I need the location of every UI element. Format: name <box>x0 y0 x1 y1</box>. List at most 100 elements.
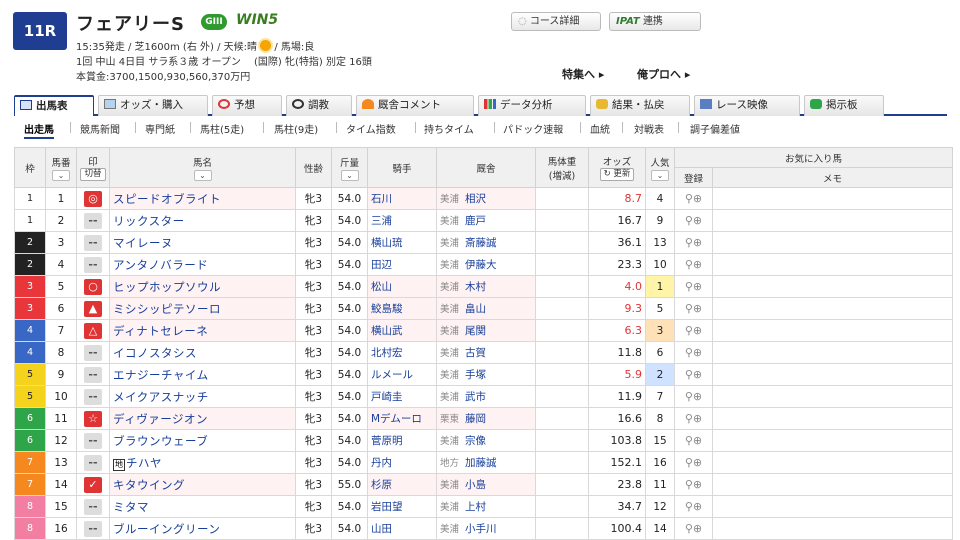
course-detail-button[interactable]: ◌ コース詳細 <box>511 12 601 31</box>
tab-board[interactable]: 掲示板 <box>804 95 884 116</box>
tab-data-analysis[interactable]: データ分析 <box>478 95 586 116</box>
prediction-mark[interactable]: -- <box>84 520 102 537</box>
jockey-link[interactable]: ルメール <box>371 369 413 381</box>
tab-odds[interactable]: オッズ・購入 <box>98 95 208 116</box>
subtab-paddock[interactable]: パドック速報 <box>503 121 563 136</box>
trainer-link[interactable]: 手塚 <box>465 369 486 381</box>
add-favorite-icon[interactable]: ⚲⊕ <box>685 258 702 271</box>
add-favorite-icon[interactable]: ⚲⊕ <box>685 236 702 249</box>
memo-cell[interactable] <box>711 319 954 342</box>
add-favorite-icon[interactable]: ⚲⊕ <box>685 280 702 293</box>
memo-cell[interactable] <box>711 297 954 320</box>
subtab-condition[interactable]: 調子偏差値 <box>690 121 740 136</box>
mark-toggle-button[interactable]: 切替 <box>80 168 106 181</box>
trainer-link[interactable]: 小手川 <box>465 523 497 535</box>
jockey-link[interactable]: 北村宏 <box>371 347 403 359</box>
jockey-link[interactable]: 三浦 <box>371 215 392 227</box>
trainer-link[interactable]: 上村 <box>465 501 486 513</box>
add-favorite-icon[interactable]: ⚲⊕ <box>685 456 702 469</box>
memo-cell[interactable] <box>711 385 954 408</box>
memo-cell[interactable] <box>711 231 954 254</box>
subtab-runners[interactable]: 出走馬 <box>24 121 54 139</box>
ipat-link-button[interactable]: IPAT 連携 <box>609 12 701 31</box>
prediction-mark[interactable]: △ <box>84 322 102 339</box>
add-favorite-icon[interactable]: ⚲⊕ <box>685 412 702 425</box>
horse-name-link[interactable]: キタウイング <box>113 478 185 492</box>
add-favorite-icon[interactable]: ⚲⊕ <box>685 324 702 337</box>
add-favorite-icon[interactable]: ⚲⊕ <box>685 478 702 491</box>
add-favorite-icon[interactable]: ⚲⊕ <box>685 302 702 315</box>
col-umaban[interactable]: 馬番 ⌄ <box>45 147 77 188</box>
horse-name-link[interactable]: ブルーイングリーン <box>113 522 220 536</box>
subtab-keiba-paper[interactable]: 競馬新聞 <box>80 121 120 136</box>
memo-cell[interactable] <box>711 451 954 474</box>
prediction-mark[interactable]: -- <box>84 234 102 251</box>
jockey-link[interactable]: 杉原 <box>371 479 392 491</box>
jockey-link[interactable]: 鮫島駿 <box>371 303 403 315</box>
subtab-past9[interactable]: 馬柱(9走) <box>274 121 318 136</box>
jockey-link[interactable]: 岩田望 <box>371 501 403 513</box>
tab-training[interactable]: 調教 <box>286 95 352 116</box>
trainer-link[interactable]: 斎藤誠 <box>465 237 497 249</box>
prediction-mark[interactable]: ▲ <box>84 300 102 317</box>
horse-name-link[interactable]: アンタノバラード <box>113 258 208 272</box>
trainer-link[interactable]: 畠山 <box>465 303 486 315</box>
trainer-link[interactable]: 相沢 <box>465 193 486 205</box>
memo-cell[interactable] <box>711 187 954 210</box>
jockey-link[interactable]: 山田 <box>371 523 392 535</box>
jockey-link[interactable]: 丹内 <box>371 457 392 469</box>
memo-cell[interactable] <box>711 275 954 298</box>
jockey-link[interactable]: 横山琉 <box>371 237 403 249</box>
tab-race-video[interactable]: レース映像 <box>694 95 800 116</box>
memo-cell[interactable] <box>711 341 954 364</box>
prediction-mark[interactable]: -- <box>84 454 102 471</box>
prediction-mark[interactable]: ○ <box>84 278 102 295</box>
sort-icon[interactable]: ⌄ <box>340 169 359 181</box>
trainer-link[interactable]: 鹿戸 <box>465 215 486 227</box>
horse-name-link[interactable]: ディナトセレーネ <box>113 324 208 338</box>
add-favorite-icon[interactable]: ⚲⊕ <box>685 368 702 381</box>
horse-name-link[interactable]: ブラウンウェーブ <box>113 434 208 448</box>
subtab-past5[interactable]: 馬柱(5走) <box>200 121 244 136</box>
jockey-link[interactable]: Mデムーロ <box>371 413 422 425</box>
prediction-mark[interactable]: ☆ <box>84 410 102 427</box>
add-favorite-icon[interactable]: ⚲⊕ <box>685 192 702 205</box>
prediction-mark[interactable]: -- <box>84 498 102 515</box>
add-favorite-icon[interactable]: ⚲⊕ <box>685 500 702 513</box>
sort-icon[interactable]: ⌄ <box>651 169 669 181</box>
add-favorite-icon[interactable]: ⚲⊕ <box>685 522 702 535</box>
horse-name-link[interactable]: マイレーヌ <box>113 236 173 250</box>
add-favorite-icon[interactable]: ⚲⊕ <box>685 390 702 403</box>
trainer-link[interactable]: 武市 <box>465 391 486 403</box>
jockey-link[interactable]: 横山武 <box>371 325 403 337</box>
sort-icon[interactable]: ⌄ <box>193 169 212 181</box>
horse-name-link[interactable]: リックスター <box>113 214 185 228</box>
horse-name-link[interactable]: チハヤ <box>126 456 162 470</box>
tab-entries[interactable]: 出馬表 <box>14 95 94 116</box>
col-weight[interactable]: 斤量 ⌄ <box>331 147 368 188</box>
tab-results[interactable]: 結果・払戻 <box>590 95 690 116</box>
add-favorite-icon[interactable]: ⚲⊕ <box>685 434 702 447</box>
subtab-time-index[interactable]: タイム指数 <box>346 121 396 136</box>
pro-link[interactable]: 俺プロへ ▸ <box>637 66 690 82</box>
prediction-mark[interactable]: -- <box>84 388 102 405</box>
tab-stable-comment[interactable]: 厩舎コメント <box>356 95 474 116</box>
trainer-link[interactable]: 木村 <box>465 281 486 293</box>
col-horse-name[interactable]: 馬名 ⌄ <box>109 147 296 188</box>
subtab-expert-paper[interactable]: 専門紙 <box>145 121 175 136</box>
memo-cell[interactable] <box>711 209 954 232</box>
trainer-link[interactable]: 尾関 <box>465 325 486 337</box>
horse-name-link[interactable]: エナジーチャイム <box>113 368 209 382</box>
sort-icon[interactable]: ⌄ <box>52 169 70 181</box>
trainer-link[interactable]: 小島 <box>465 479 486 491</box>
horse-name-link[interactable]: ミシシッピテソーロ <box>113 302 221 316</box>
subtab-best-time[interactable]: 持ちタイム <box>424 121 474 136</box>
horse-name-link[interactable]: ミタマ <box>113 500 149 514</box>
tab-prediction[interactable]: 予想 <box>212 95 282 116</box>
trainer-link[interactable]: 加藤誠 <box>465 457 497 469</box>
prediction-mark[interactable]: -- <box>84 212 102 229</box>
jockey-link[interactable]: 石川 <box>371 193 392 205</box>
col-popularity[interactable]: 人気 ⌄ <box>645 147 675 188</box>
horse-name-link[interactable]: ヒップホップソウル <box>113 280 221 294</box>
horse-name-link[interactable]: イコノスタシス <box>113 346 197 360</box>
